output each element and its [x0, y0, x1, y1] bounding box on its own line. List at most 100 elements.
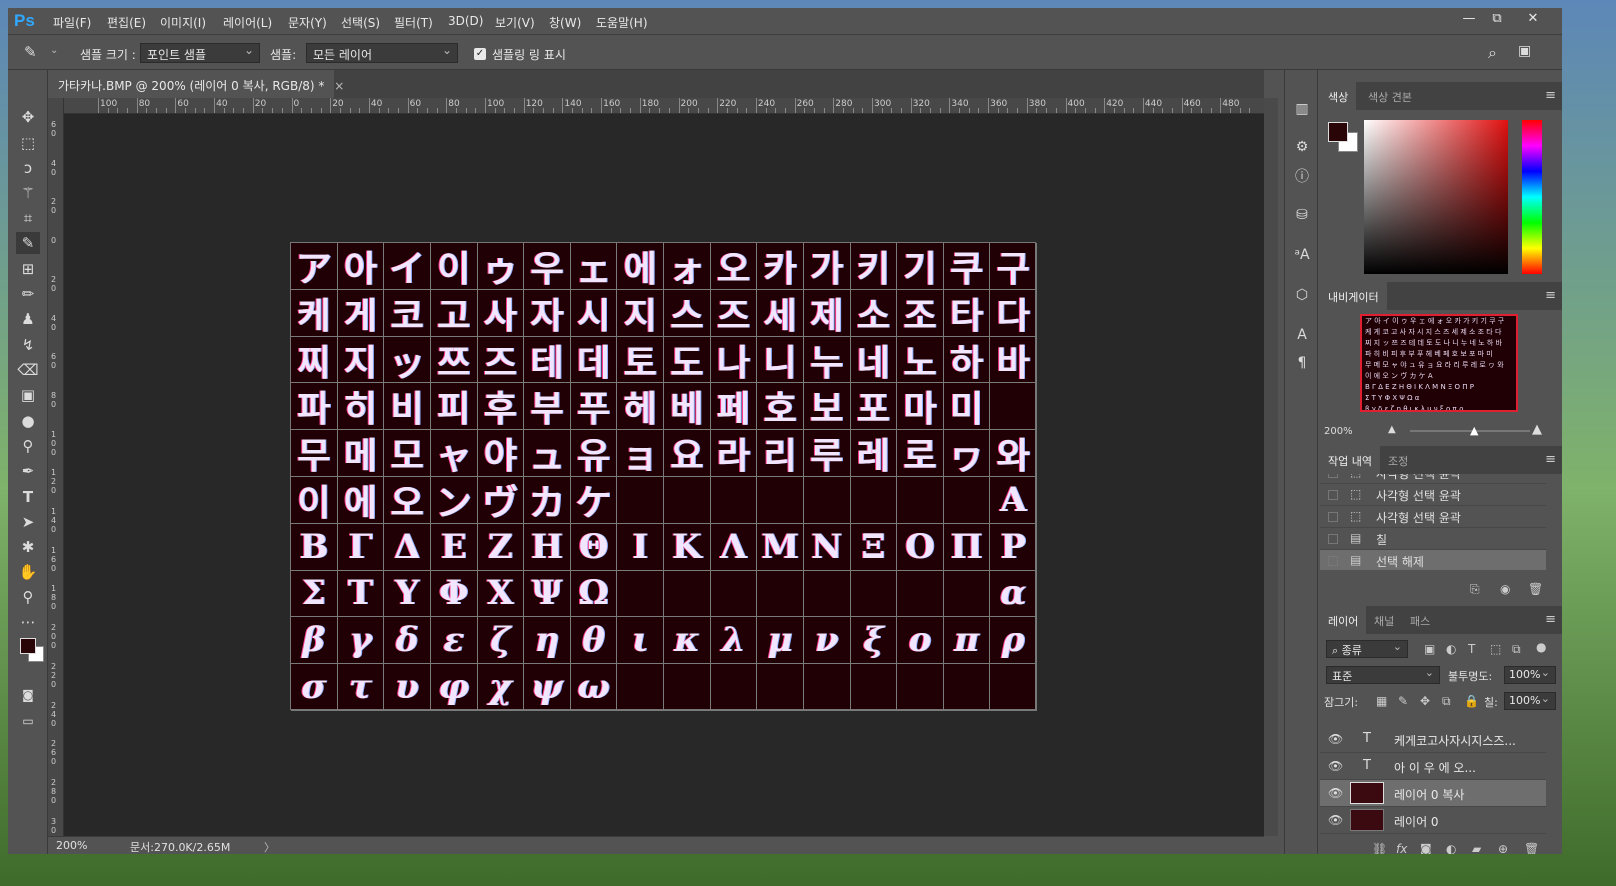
canvas-area[interactable]: ア아イ이ゥ우ェ에ォ오카가키기쿠구케게코고사자시지스즈세제소조타다찌지ッ쯔즈테데토…: [64, 114, 1264, 836]
filter-adjustment-icon[interactable]: ◐: [1446, 642, 1456, 656]
layer-row[interactable]: 👁 T 아 이 우 에 오...: [1320, 753, 1546, 780]
screen-mode-icon[interactable]: ▭: [16, 710, 40, 732]
search-icon[interactable]: ⌕: [1488, 43, 1497, 63]
character-icon[interactable]: A: [1290, 324, 1314, 346]
sample-layers-select[interactable]: 모든 레이어: [306, 43, 458, 63]
character-styles-icon[interactable]: ᵃA: [1290, 244, 1314, 266]
lock-position-icon[interactable]: ✥: [1420, 694, 1430, 708]
histogram-icon[interactable]: ▥: [1290, 98, 1314, 120]
close-icon[interactable]: ✕: [1522, 11, 1544, 29]
menu-view[interactable]: 보기(V): [495, 14, 535, 31]
history-item[interactable]: ⬚ 사각형 선택 윤곽: [1320, 474, 1546, 484]
menu-edit[interactable]: 편집(E): [107, 14, 146, 31]
delete-layer-icon[interactable]: 🗑: [1524, 842, 1539, 854]
visibility-eye-icon[interactable]: 👁: [1328, 759, 1343, 773]
hue-slider[interactable]: [1522, 120, 1542, 274]
snapshot-icon[interactable]: ◉: [1500, 582, 1510, 596]
quick-mask-icon[interactable]: ◙: [16, 684, 40, 706]
menu-image[interactable]: 이미지(I): [160, 14, 206, 31]
minimize-icon[interactable]: —: [1458, 11, 1480, 29]
menu-3d[interactable]: 3D(D): [448, 14, 483, 28]
zoom-in-icon[interactable]: ▲: [1532, 422, 1542, 437]
magic-wand-icon[interactable]: ⚚: [16, 182, 40, 204]
restore-icon[interactable]: ⧉: [1486, 11, 1508, 29]
new-group-icon[interactable]: ▰: [1472, 842, 1481, 854]
tab-layers[interactable]: 레이어: [1320, 606, 1367, 634]
document-tab[interactable]: 가타카나.BMP @ 200% (레이어 0 복사, RGB/8) * ×: [48, 70, 344, 98]
blend-mode-select[interactable]: 표준: [1326, 666, 1440, 684]
panel-menu-icon[interactable]: ≡: [1545, 288, 1556, 303]
brush-settings-icon[interactable]: ⚙: [1290, 136, 1314, 158]
stamp-tool-icon[interactable]: ♟: [16, 308, 40, 330]
history-item[interactable]: ▤ 칠: [1320, 528, 1546, 550]
navigator-preview[interactable]: ア 아 イ 이 ゥ 우 ェ 에 ォ 오 카 가 키 기 쿠 구케 게 코 고 사…: [1360, 314, 1518, 412]
panel-menu-icon[interactable]: ≡: [1545, 88, 1556, 103]
shape-tool-icon[interactable]: ✱: [16, 536, 40, 558]
layer-row[interactable]: 👁 T 케게코고사자시지스즈...: [1320, 726, 1546, 753]
hand-tool-icon[interactable]: ✋: [16, 561, 40, 583]
info-icon[interactable]: ⓘ: [1290, 166, 1314, 188]
more-tools-icon[interactable]: ⋯: [16, 611, 40, 633]
opacity-input[interactable]: 100%: [1504, 666, 1556, 684]
menu-window[interactable]: 창(W): [549, 14, 581, 31]
eyedropper-preset-icon[interactable]: ✎: [24, 43, 37, 61]
lock-all-icon[interactable]: 🔒: [1464, 694, 1479, 708]
history-item[interactable]: ⬚ 사각형 선택 윤곽: [1320, 506, 1546, 528]
foreground-color-swatch[interactable]: [20, 638, 36, 654]
panel-menu-icon[interactable]: ≡: [1545, 612, 1556, 627]
filter-shape-icon[interactable]: ⬚: [1490, 642, 1501, 656]
zoom-out-icon[interactable]: ▲: [1388, 424, 1396, 435]
color-picker-field[interactable]: [1364, 120, 1508, 274]
visibility-eye-icon[interactable]: 👁: [1328, 786, 1343, 800]
tab-history[interactable]: 작업 내역: [1320, 446, 1380, 474]
menu-file[interactable]: 파일(F): [53, 14, 91, 31]
layer-filter-select[interactable]: ⌕ 종류: [1326, 640, 1408, 658]
fx-icon[interactable]: fx: [1396, 842, 1407, 854]
filter-toggle-icon[interactable]: ●: [1536, 640, 1546, 654]
chevron-down-icon[interactable]: ⌄: [50, 45, 58, 56]
navigator-zoom[interactable]: 200%: [1324, 426, 1353, 437]
tab-adjustments[interactable]: 조정: [1380, 446, 1416, 474]
history-item[interactable]: ⬚ 사각형 선택 윤곽: [1320, 484, 1546, 506]
menu-layer[interactable]: 레이어(L): [223, 14, 272, 31]
close-tab-icon[interactable]: ×: [334, 79, 344, 93]
move-tool-icon[interactable]: ✥: [16, 106, 40, 128]
link-layers-icon[interactable]: ⛓: [1372, 842, 1387, 854]
blur-tool-icon[interactable]: ●: [16, 410, 40, 432]
lock-artboard-icon[interactable]: ⧉: [1442, 694, 1451, 709]
add-mask-icon[interactable]: ◙: [1420, 842, 1432, 854]
marquee-tool-icon[interactable]: ⬚: [16, 132, 40, 154]
document-image[interactable]: ア아イ이ゥ우ェ에ォ오카가키기쿠구케게코고사자시지스즈세제소조타다찌지ッ쯔즈테데토…: [290, 242, 1037, 711]
healing-brush-icon[interactable]: ⊞: [16, 258, 40, 280]
adjustment-layer-icon[interactable]: ◐: [1446, 842, 1456, 854]
zoom-level[interactable]: 200%: [56, 839, 87, 852]
3d-icon[interactable]: ⬡: [1290, 284, 1314, 306]
type-tool-icon[interactable]: T: [16, 486, 40, 508]
new-document-from-state-icon[interactable]: ⎘: [1470, 582, 1480, 597]
layer-row-selected[interactable]: 👁 ▦ 레이어 0 복사: [1320, 780, 1546, 807]
clone-source-icon[interactable]: ⛁: [1290, 204, 1314, 226]
new-layer-icon[interactable]: ⊕: [1498, 842, 1508, 854]
tab-color[interactable]: 색상: [1320, 82, 1357, 110]
zoom-slider-thumb[interactable]: ▲: [1470, 424, 1478, 437]
lock-transparent-icon[interactable]: ▦: [1376, 694, 1387, 708]
workspace-icon[interactable]: ▣: [1518, 43, 1531, 59]
menu-help[interactable]: 도움말(H): [596, 14, 648, 31]
gradient-tool-icon[interactable]: ▣: [16, 384, 40, 406]
history-brush-icon[interactable]: ↯: [16, 334, 40, 356]
tab-navigator[interactable]: 내비게이터: [1320, 282, 1387, 310]
pen-tool-icon[interactable]: ✒: [16, 460, 40, 482]
status-menu-arrow[interactable]: 〉: [264, 839, 275, 854]
visibility-eye-icon[interactable]: 👁: [1328, 732, 1343, 746]
lasso-tool-icon[interactable]: ↄ: [16, 157, 40, 179]
eyedropper-tool-icon[interactable]: ✎: [16, 232, 40, 254]
eraser-tool-icon[interactable]: ⌫: [16, 359, 40, 381]
filter-type-icon[interactable]: T: [1468, 642, 1475, 656]
menu-filter[interactable]: 필터(T): [394, 14, 433, 31]
show-ring-checkbox[interactable]: ✓: [474, 48, 486, 60]
tab-swatches[interactable]: 색상 견본: [1360, 82, 1420, 110]
tab-paths[interactable]: 패스: [1402, 606, 1438, 634]
menu-select[interactable]: 선택(S): [341, 14, 380, 31]
color-foreground-swatch[interactable]: [1328, 122, 1348, 142]
lock-pixels-icon[interactable]: ✎: [1398, 694, 1408, 708]
